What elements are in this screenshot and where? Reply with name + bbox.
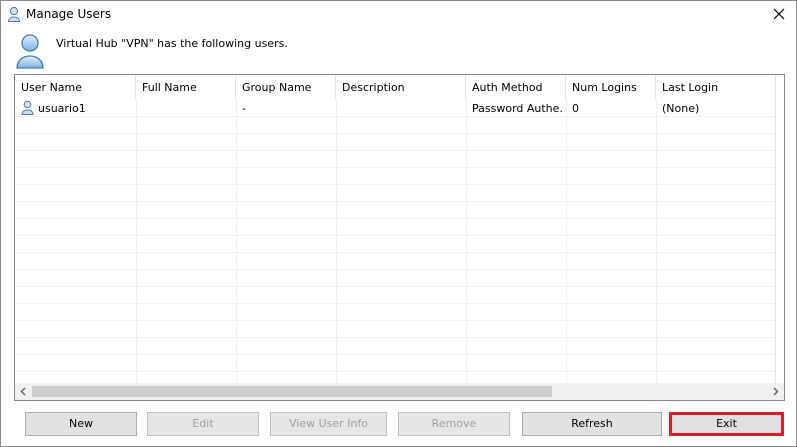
close-icon — [773, 8, 785, 20]
arrow-right-icon[interactable] — [767, 383, 784, 400]
column-header-auth-method[interactable]: Auth Method — [466, 75, 566, 99]
column-header-full-name[interactable]: Full Name — [136, 75, 236, 99]
horizontal-scrollbar[interactable] — [15, 383, 784, 400]
title-bar: Manage Users — [1, 1, 796, 27]
manage-users-window: Manage Users Virtual Hub "VPN" has the f… — [0, 0, 797, 447]
user-icon — [21, 100, 34, 115]
header-message: Virtual Hub "VPN" has the following user… — [56, 37, 288, 50]
new-button[interactable]: New — [25, 412, 137, 436]
refresh-button[interactable]: Refresh — [522, 412, 662, 436]
column-header-user-name[interactable]: User Name — [15, 75, 136, 99]
cell-num-logins: 0 — [572, 102, 579, 115]
cell-description — [342, 99, 464, 116]
user-icon — [15, 33, 45, 69]
window-title: Manage Users — [26, 7, 112, 21]
cell-last-login: (None) — [662, 102, 700, 115]
scrollbar-thumb[interactable] — [32, 386, 552, 397]
remove-button[interactable]: Remove — [398, 412, 510, 436]
column-header-last-login[interactable]: Last Login — [656, 75, 776, 99]
close-button[interactable] — [762, 1, 796, 27]
vertical-scroll-edge — [775, 75, 784, 383]
cell-user-name: usuario1 — [38, 102, 86, 115]
cell-full-name — [142, 99, 234, 116]
edit-button[interactable]: Edit — [147, 412, 259, 436]
cell-auth-method: Password Authe… — [472, 102, 564, 115]
view-user-info-button[interactable]: View User Info — [270, 412, 387, 436]
column-header-num-logins[interactable]: Num Logins — [566, 75, 656, 99]
column-header-group-name[interactable]: Group Name — [236, 75, 336, 99]
user-icon — [7, 6, 21, 22]
cell-group-name: - — [242, 102, 246, 115]
exit-button[interactable]: Exit — [669, 412, 784, 436]
arrow-left-icon[interactable] — [15, 383, 32, 400]
users-table[interactable]: User Name Full Name Group Name Descripti… — [14, 74, 785, 401]
column-header-description[interactable]: Description — [336, 75, 466, 99]
